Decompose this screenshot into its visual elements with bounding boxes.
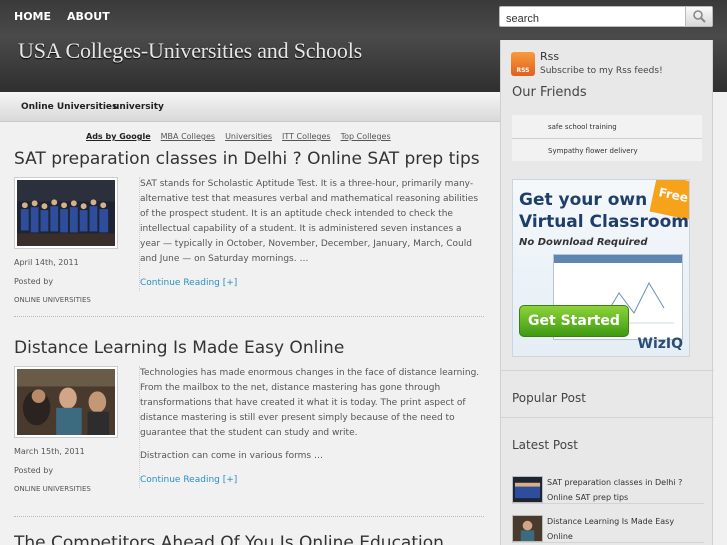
post-divider [14,516,484,517]
continue-reading-link[interactable]: Continue Reading [+] [140,276,484,291]
sidebar: RSS Rss Subscribe to my Rss feeds! Our F… [500,40,714,545]
search-input[interactable] [500,9,680,29]
rss-subscribe-text[interactable]: Subscribe to my Rss feeds! [540,66,663,76]
ad-link-universities[interactable]: Universities [225,132,272,141]
latest-post-thumbnail [512,515,543,542]
post-author-label: Posted by [14,466,54,475]
latest-post-item[interactable]: Distance Learning Is Made Easy Online [512,512,704,543]
post-author-label: Posted by [14,277,54,286]
search-button[interactable] [685,7,712,26]
post-divider [14,316,484,317]
post: SAT preparation classes in Delhi ? Onlin… [14,149,488,304]
rss-icon[interactable]: RSS [511,52,535,76]
wiziq-logo: WizIQ [637,336,684,352]
post-category[interactable]: ONLINE UNIVERSITIES [14,480,124,499]
post: Distance Learning Is Made Easy Online Ma… [14,338,488,493]
top-nav: HOME ABOUT [14,10,110,23]
subnav-online-universities[interactable]: Online Universities [21,102,117,112]
post-excerpt: Technologies has made enormous changes i… [139,366,484,488]
post-date: April 14th, 2011 [14,258,79,267]
post-meta: April 14th, 2011 Posted by ONLINE UNIVER… [14,253,124,310]
friends-heading: Our Friends [512,85,587,100]
nav-about-link[interactable]: ABOUT [67,10,110,23]
post-excerpt-text: Technologies has made enormous changes i… [140,368,480,438]
post-excerpt-text: SAT stands for Scholastic Aptitude Test.… [140,179,479,264]
latest-post-title[interactable]: Distance Learning Is Made Easy Online [547,514,702,544]
latest-post-thumbnail [512,476,543,503]
ad-link-mba-colleges[interactable]: MBA Colleges [161,132,215,141]
post-title[interactable]: SAT preparation classes in Delhi ? Onlin… [14,149,488,169]
ad-link-itt-colleges[interactable]: ITT Colleges [282,132,331,141]
ad-links: Ads by Google MBA Colleges Universities … [86,132,391,141]
rss-title[interactable]: Rss [540,50,559,63]
friends-list: safe school training Sympathy flower del… [512,115,702,161]
post-excerpt: SAT stands for Scholastic Aptitude Test.… [139,177,484,291]
sidebar-divider [501,417,714,418]
post-date: March 15th, 2011 [14,447,85,456]
post-thumbnail[interactable] [14,366,118,438]
popular-post-heading: Popular Post [512,391,586,405]
search-box [499,6,713,29]
sidebar-divider [501,370,714,371]
post-title[interactable]: The Competitors Ahead Of You Is Online E… [14,533,484,545]
subnav-university[interactable]: university [113,102,164,112]
nav-home-link[interactable]: HOME [14,10,51,23]
ad-subline: No Download Required [519,237,648,248]
ad-link-top-colleges[interactable]: Top Colleges [341,132,391,141]
continue-reading-link[interactable]: Continue Reading [+] [140,473,484,488]
post-excerpt-text-2: Distraction can come in various forms … [140,451,323,461]
classroom-photo-image [17,369,115,435]
site-title[interactable]: USA Colleges-Universities and Schools [18,38,362,64]
group-photo-image [17,180,115,246]
post-title[interactable]: Distance Learning Is Made Easy Online [14,338,488,358]
friend-link[interactable]: Sympathy flower delivery [512,138,702,161]
latest-post-item[interactable]: SAT preparation classes in Delhi ? Onlin… [512,473,704,504]
latest-post-title[interactable]: SAT preparation classes in Delhi ? Onlin… [547,475,702,505]
ads-by-google-link[interactable]: Ads by Google [86,132,151,141]
post-meta: March 15th, 2011 Posted by ONLINE UNIVER… [14,442,124,499]
post-category[interactable]: ONLINE UNIVERSITIES [14,291,124,310]
search-icon [693,10,706,23]
wiziq-ad-banner[interactable]: Free Get your own Virtual Classroom No D… [512,179,690,357]
ad-headline-2: Virtual Classroom [519,212,689,232]
ad-headline: Get your own [519,190,648,210]
friend-link[interactable]: safe school training [512,115,702,138]
post-thumbnail[interactable] [14,177,118,249]
get-started-button[interactable]: Get Started [519,305,629,337]
latest-post-heading: Latest Post [512,438,579,452]
ad-screenshot-bar [554,255,682,263]
sub-nav: Online Universities university [0,92,500,122]
